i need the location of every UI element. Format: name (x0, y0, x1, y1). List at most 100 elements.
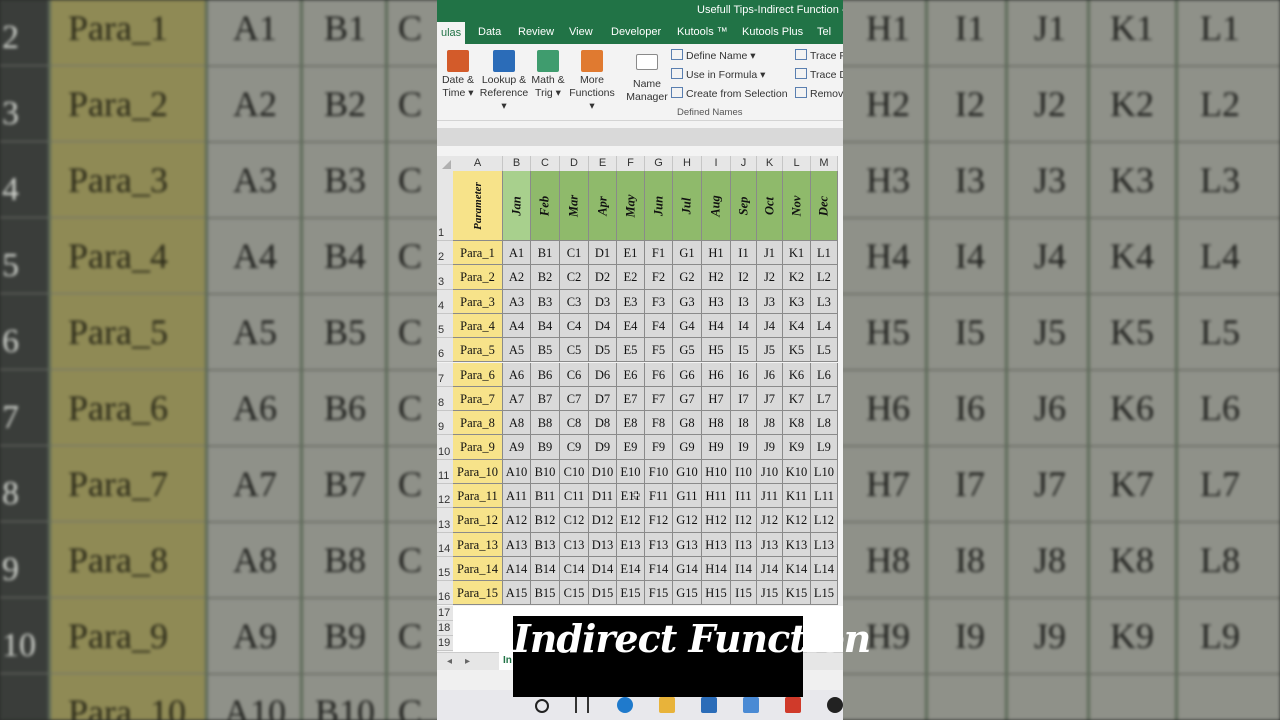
table-cell[interactable]: E7 (617, 386, 645, 412)
table-cell[interactable]: F8 (645, 411, 673, 436)
table-cell[interactable]: G15 (673, 581, 702, 606)
row-header[interactable]: 11 (437, 459, 453, 484)
table-cell[interactable]: B2 (531, 265, 560, 290)
table-cell[interactable]: K15 (783, 581, 811, 606)
row-header[interactable]: 9 (437, 411, 453, 436)
row-header[interactable]: 2 (437, 241, 453, 266)
column-header-j[interactable]: J (731, 156, 757, 171)
table-cell[interactable]: H5 (702, 338, 731, 363)
ribbon-button-more[interactable]: More Functions ▾ (566, 50, 618, 113)
table-cell[interactable]: C3 (560, 289, 589, 314)
search-icon[interactable] (535, 699, 549, 713)
table-cell[interactable]: E10 (617, 459, 645, 484)
month-header-cell[interactable]: Sep (731, 171, 757, 241)
table-cell[interactable]: H8 (702, 411, 731, 436)
month-header-cell[interactable]: May (617, 171, 645, 241)
table-cell[interactable]: A7 (503, 386, 531, 412)
parameter-header-cell[interactable]: Parameter (453, 171, 503, 241)
table-cell[interactable]: K5 (783, 338, 811, 363)
table-cell[interactable]: A4 (503, 313, 531, 339)
table-cell[interactable]: H11 (702, 484, 731, 509)
table-cell[interactable]: A3 (503, 289, 531, 314)
column-header-g[interactable]: G (645, 156, 673, 171)
table-cell[interactable]: H1 (702, 241, 731, 266)
parameter-cell[interactable]: Para_13 (453, 532, 503, 557)
table-cell[interactable]: C11 (560, 484, 589, 509)
table-cell[interactable]: J11 (757, 484, 783, 509)
table-cell[interactable]: F13 (645, 532, 673, 557)
table-cell[interactable]: D7 (589, 386, 617, 412)
table-cell[interactable]: C6 (560, 362, 589, 387)
table-cell[interactable]: I2 (731, 265, 757, 290)
table-cell[interactable]: D9 (589, 435, 617, 460)
row-header[interactable]: 7 (437, 362, 453, 387)
table-cell[interactable]: I8 (731, 411, 757, 436)
table-cell[interactable]: K4 (783, 313, 811, 339)
table-cell[interactable]: K2 (783, 265, 811, 290)
table-cell[interactable]: A6 (503, 362, 531, 387)
table-cell[interactable]: G6 (673, 362, 702, 387)
table-cell[interactable]: D12 (589, 508, 617, 533)
table-cell[interactable]: K13 (783, 532, 811, 557)
table-cell[interactable]: B9 (531, 435, 560, 460)
month-header-cell[interactable]: Jun (645, 171, 673, 241)
table-cell[interactable]: I13 (731, 532, 757, 557)
tab-kutoolsplus[interactable]: Kutools Plus (742, 26, 803, 38)
parameter-cell[interactable]: Para_12 (453, 508, 503, 533)
table-cell[interactable]: D3 (589, 289, 617, 314)
table-cell[interactable]: H2 (702, 265, 731, 290)
table-cell[interactable]: L10 (811, 459, 838, 484)
table-cell[interactable]: C10 (560, 459, 589, 484)
table-cell[interactable]: J7 (757, 386, 783, 412)
table-cell[interactable]: J6 (757, 362, 783, 387)
table-cell[interactable]: D1 (589, 241, 617, 266)
table-cell[interactable]: K3 (783, 289, 811, 314)
table-cell[interactable]: F15 (645, 581, 673, 606)
table-cell[interactable]: C14 (560, 556, 589, 582)
table-cell[interactable]: A8 (503, 411, 531, 436)
table-cell[interactable]: J12 (757, 508, 783, 533)
table-cell[interactable]: J13 (757, 532, 783, 557)
table-cell[interactable]: G1 (673, 241, 702, 266)
parameter-cell[interactable]: Para_2 (453, 265, 503, 290)
parameter-cell[interactable]: Para_6 (453, 362, 503, 387)
table-cell[interactable]: H13 (702, 532, 731, 557)
table-cell[interactable]: B8 (531, 411, 560, 436)
month-header-cell[interactable]: Feb (531, 171, 560, 241)
table-cell[interactable]: D5 (589, 338, 617, 363)
row-header[interactable]: 10 (437, 435, 453, 460)
table-cell[interactable]: H12 (702, 508, 731, 533)
table-cell[interactable]: G8 (673, 411, 702, 436)
tab-kutools[interactable]: Kutools ™ (677, 26, 728, 38)
month-header-cell[interactable]: Dec (811, 171, 838, 241)
row-header[interactable]: 17 (437, 605, 453, 621)
parameter-cell[interactable]: Para_11 (453, 484, 503, 509)
table-cell[interactable]: L5 (811, 338, 838, 363)
table-cell[interactable]: L11 (811, 484, 838, 509)
table-cell[interactable]: A15 (503, 581, 531, 606)
table-cell[interactable]: E14 (617, 556, 645, 582)
edge-icon[interactable] (617, 697, 633, 713)
tab-data[interactable]: Data (478, 26, 501, 38)
tab-ulas[interactable]: ulas (437, 22, 466, 44)
table-cell[interactable]: B7 (531, 386, 560, 412)
table-cell[interactable]: I12 (731, 508, 757, 533)
table-cell[interactable]: F6 (645, 362, 673, 387)
table-cell[interactable]: H15 (702, 581, 731, 606)
table-cell[interactable]: G9 (673, 435, 702, 460)
table-cell[interactable]: A11 (503, 484, 531, 509)
table-cell[interactable]: J2 (757, 265, 783, 290)
table-cell[interactable]: I1 (731, 241, 757, 266)
table-cell[interactable]: C7 (560, 386, 589, 412)
table-cell[interactable]: I14 (731, 556, 757, 582)
ribbon-button-lookup[interactable]: Lookup & Reference ▾ (479, 50, 529, 113)
parameter-cell[interactable]: Para_10 (453, 459, 503, 484)
table-cell[interactable]: E11 (617, 484, 645, 509)
table-cell[interactable]: B11 (531, 484, 560, 509)
table-cell[interactable]: H14 (702, 556, 731, 582)
table-cell[interactable]: L14 (811, 556, 838, 582)
ribbon-button-math[interactable]: Math & Trig ▾ (529, 50, 567, 100)
table-cell[interactable]: I10 (731, 459, 757, 484)
table-cell[interactable]: B1 (531, 241, 560, 266)
table-cell[interactable]: B3 (531, 289, 560, 314)
